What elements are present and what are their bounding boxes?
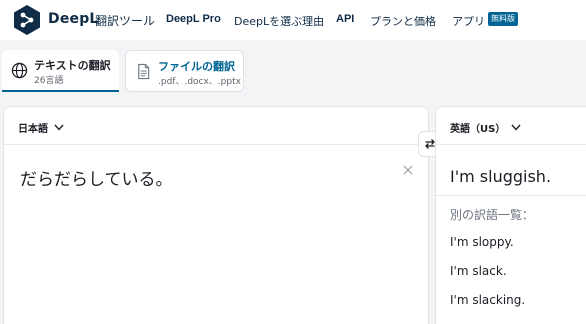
source-panel-header: 日本語 (4, 107, 428, 145)
alternative-translation[interactable]: I'm sloppy. (450, 235, 514, 249)
brand-name[interactable]: DeepL (48, 11, 99, 27)
target-language-label: 英語（US） (450, 124, 506, 135)
nav-why-deepl[interactable]: DeepLを選ぶ理由 (234, 13, 324, 29)
source-language-select[interactable]: 日本語 (18, 120, 64, 135)
chevron-down-icon (54, 124, 64, 131)
target-panel: 英語（US） I'm sluggish. 別の訳語一覧： I'm sloppy.… (435, 106, 586, 324)
tab-text-title: テキストの翻訳 (34, 59, 111, 72)
divider (436, 195, 586, 196)
alternative-translation[interactable]: I'm slacking. (450, 293, 525, 307)
tab-files-subtitle: .pdf、.docx、.pptx (158, 77, 241, 87)
alternative-translation[interactable]: I'm slack. (450, 264, 507, 278)
tab-text-subtitle: 26言語 (34, 76, 64, 86)
tab-files-title: ファイルの翻訳 (158, 60, 235, 73)
nav-plans-pricing[interactable]: プランと価格 (370, 13, 436, 29)
translation-output[interactable]: I'm sluggish. (450, 167, 551, 186)
alternatives-label: 別の訳語一覧： (450, 208, 535, 222)
target-language-select[interactable]: 英語（US） (450, 120, 521, 135)
top-nav: DeepL 翻訳ツール DeepL Pro DeepLを選ぶ理由 API プラン… (0, 0, 586, 40)
source-text-input[interactable]: だらだらしている。 (20, 165, 173, 190)
target-panel-header: 英語（US） (436, 107, 586, 145)
chevron-down-icon (511, 124, 521, 131)
clear-icon[interactable] (402, 164, 414, 176)
source-panel: 日本語 だらだらしている。 (3, 106, 429, 324)
source-language-label: 日本語 (18, 124, 48, 135)
free-badge: 無料版 (488, 12, 518, 26)
nav-deepl-pro[interactable]: DeepL Pro (166, 13, 221, 25)
tab-translate-files[interactable]: ファイルの翻訳 .pdf、.docx、.pptx (125, 50, 244, 92)
tab-translate-text[interactable]: テキストの翻訳 26言語 (2, 50, 119, 92)
nav-api[interactable]: API (336, 13, 354, 25)
deepl-logo-icon[interactable] (12, 4, 42, 36)
brand-subtitle[interactable]: 翻訳ツール (95, 12, 155, 29)
nav-apps[interactable]: アプリ (452, 13, 485, 29)
document-icon (138, 63, 150, 80)
globe-icon (11, 62, 28, 79)
